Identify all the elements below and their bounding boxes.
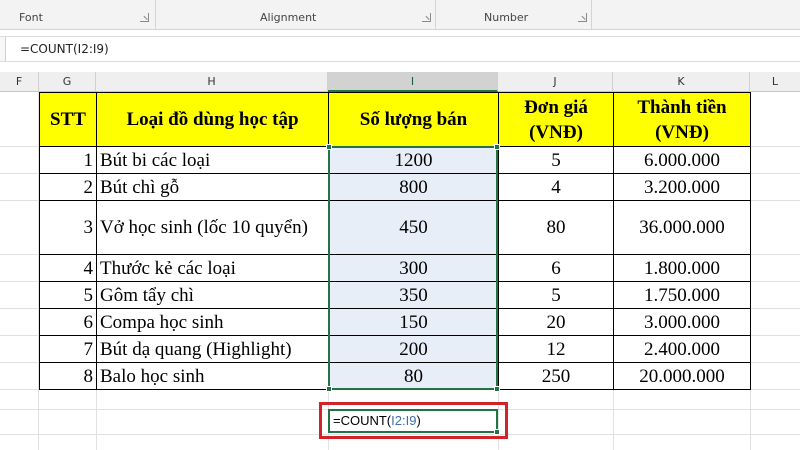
table-row: 5 Gôm tẩy chì 350 5 1.750.000 — [39, 281, 751, 309]
cell-stt[interactable]: 8 — [39, 362, 97, 390]
cell-stt[interactable]: 4 — [39, 254, 97, 282]
ribbon-group-font: Font — [0, 0, 156, 30]
cell-unit-price[interactable]: 4 — [498, 173, 614, 201]
cell-item-name[interactable]: Balo học sinh — [96, 362, 329, 390]
cell-unit-price[interactable]: 12 — [498, 335, 614, 363]
cell-item-name[interactable]: Compa học sinh — [96, 308, 329, 336]
cell-total[interactable]: 2.400.000 — [613, 335, 751, 363]
font-dialog-launcher-icon[interactable] — [140, 13, 149, 22]
cell-quantity[interactable]: 150 — [328, 308, 499, 336]
formula-close-paren: ) — [416, 413, 421, 428]
cell-quantity[interactable]: 450 — [328, 200, 499, 255]
cell-total[interactable]: 1.800.000 — [613, 254, 751, 282]
formula-range-ref: I2:I9 — [391, 413, 417, 428]
cell-stt[interactable]: 6 — [39, 308, 97, 336]
cell-total[interactable]: 3.200.000 — [613, 173, 751, 201]
cell-item-name[interactable]: Bút dạ quang (Highlight) — [96, 335, 329, 363]
column-header-i[interactable]: I — [328, 72, 498, 92]
table-row: 1 Bút bi các loại 1200 5 6.000.000 — [39, 146, 751, 174]
fill-handle[interactable] — [494, 429, 500, 435]
cell-unit-price[interactable]: 6 — [498, 254, 614, 282]
table-row: 4 Thước kẻ các loại 300 6 1.800.000 — [39, 254, 751, 282]
cell-quantity[interactable]: 80 — [328, 362, 499, 390]
cell-quantity[interactable]: 350 — [328, 281, 499, 309]
cell-stt[interactable]: 7 — [39, 335, 97, 363]
ribbon-label-font: Font — [19, 11, 43, 24]
cell-stt[interactable]: 3 — [39, 200, 97, 255]
header-unit-price[interactable]: Đơn giá (VNĐ) — [498, 92, 614, 147]
cell-total[interactable]: 6.000.000 — [613, 146, 751, 174]
header-stt[interactable]: STT — [39, 92, 97, 147]
ribbon-group-labels: Font Alignment Number — [0, 0, 800, 30]
cell-total[interactable]: 3.000.000 — [613, 308, 751, 336]
active-formula-cell[interactable]: =COUNT(I2:I9) — [328, 409, 500, 435]
formula-function: =COUNT( — [333, 413, 392, 428]
column-header-j[interactable]: J — [498, 72, 613, 92]
cell-total[interactable]: 1.750.000 — [613, 281, 751, 309]
column-header-h[interactable]: H — [96, 72, 328, 92]
header-item-type[interactable]: Loại đồ dùng học tập — [96, 92, 329, 147]
ribbon-group-number: Number — [436, 0, 592, 30]
cell-item-name[interactable]: Thước kẻ các loại — [96, 254, 329, 282]
header-quantity-sold[interactable]: Số lượng bán — [328, 92, 499, 147]
cell-unit-price[interactable]: 250 — [498, 362, 614, 390]
cell-item-name[interactable]: Vở học sinh (lốc 10 quyển) — [96, 200, 329, 255]
number-dialog-launcher-icon[interactable] — [578, 13, 587, 22]
column-header-k[interactable]: K — [613, 72, 750, 92]
ribbon-label-alignment: Alignment — [260, 11, 317, 24]
alignment-dialog-launcher-icon[interactable] — [422, 13, 431, 22]
cell-unit-price[interactable]: 5 — [498, 146, 614, 174]
cell-stt[interactable]: 5 — [39, 281, 97, 309]
column-header-l[interactable]: L — [750, 72, 800, 92]
data-table: STT Loại đồ dùng học tập Số lượng bán Đơ… — [39, 92, 751, 390]
cell-total[interactable]: 36.000.000 — [613, 200, 751, 255]
cell-quantity[interactable]: 200 — [328, 335, 499, 363]
cell-quantity[interactable]: 1200 — [328, 146, 499, 174]
table-row: 6 Compa học sinh 150 20 3.000.000 — [39, 308, 751, 336]
cell-unit-price[interactable]: 80 — [498, 200, 614, 255]
ribbon-group-alignment: Alignment — [156, 0, 436, 30]
column-headers: F G H I J K L — [0, 72, 800, 92]
cell-item-name[interactable]: Bút chì gỗ — [96, 173, 329, 201]
table-row: 2 Bút chì gỗ 800 4 3.200.000 — [39, 173, 751, 201]
formula-bar[interactable]: =COUNT(I2:I9) — [0, 36, 800, 62]
cell-item-name[interactable]: Bút bi các loại — [96, 146, 329, 174]
cell-unit-price[interactable]: 20 — [498, 308, 614, 336]
cell-stt[interactable]: 2 — [39, 173, 97, 201]
table-header-row: STT Loại đồ dùng học tập Số lượng bán Đơ… — [39, 92, 751, 147]
formula-bar-divider — [0, 37, 6, 61]
gridline — [0, 434, 800, 435]
cell-stt[interactable]: 1 — [39, 146, 97, 174]
formula-bar-input[interactable]: =COUNT(I2:I9) — [20, 42, 109, 56]
column-header-g[interactable]: G — [39, 72, 96, 92]
cell-quantity[interactable]: 800 — [328, 173, 499, 201]
column-header-f[interactable]: F — [0, 72, 39, 92]
ribbon-label-number: Number — [484, 11, 529, 24]
cell-quantity[interactable]: 300 — [328, 254, 499, 282]
cell-total[interactable]: 20.000.000 — [613, 362, 751, 390]
table-row: 8 Balo học sinh 80 250 20.000.000 — [39, 362, 751, 390]
header-total[interactable]: Thành tiền (VNĐ) — [613, 92, 751, 147]
table-row: 3 Vở học sinh (lốc 10 quyển) 450 80 36.0… — [39, 200, 751, 255]
cell-item-name[interactable]: Gôm tẩy chì — [96, 281, 329, 309]
table-row: 7 Bút dạ quang (Highlight) 200 12 2.400.… — [39, 335, 751, 363]
cell-unit-price[interactable]: 5 — [498, 281, 614, 309]
